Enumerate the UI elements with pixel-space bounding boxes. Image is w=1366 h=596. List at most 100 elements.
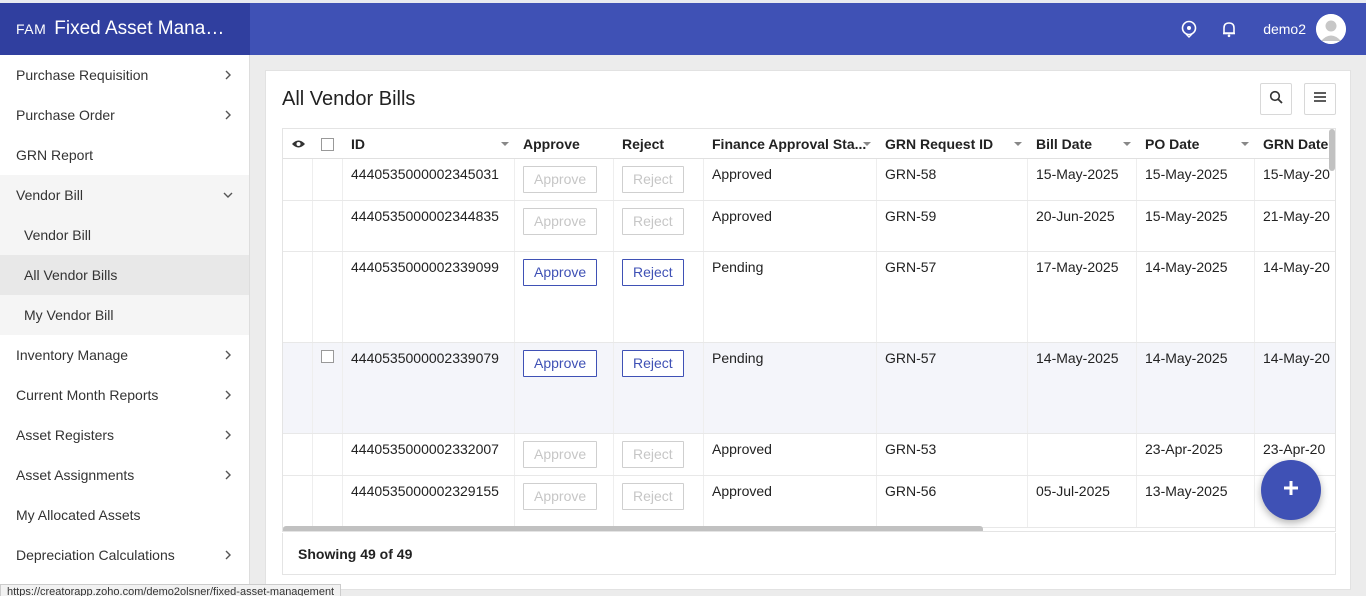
sidebar-item-label: Purchase Requisition — [16, 67, 149, 83]
reject-button[interactable]: Reject — [622, 259, 684, 286]
column-header-label: GRN Date — [1263, 136, 1329, 152]
app-brand[interactable]: FAM Fixed Asset Manage... — [0, 3, 250, 55]
sidebar-subitem-vendor-bill[interactable]: Vendor Bill — [0, 215, 249, 255]
chevron-right-icon — [223, 350, 233, 360]
sidebar-item-label: Asset Assignments — [16, 467, 135, 483]
chevron-right-icon — [223, 550, 233, 560]
reject-button[interactable]: Reject — [622, 483, 684, 510]
cell-grn-date: 21-May-20 — [1255, 201, 1335, 251]
table-row[interactable]: 4440535000002339099 Approve Reject Pendi… — [283, 252, 1335, 343]
cell-reject: Reject — [614, 434, 704, 475]
sidebar-item-vendor-bill[interactable]: Vendor Bill — [0, 175, 249, 215]
sidebar-item-asset-assignments[interactable]: Asset Assignments — [0, 455, 249, 495]
column-header-label: Bill Date — [1036, 136, 1093, 152]
table-row[interactable]: 4440535000002339079 Approve Reject Pendi… — [283, 343, 1335, 434]
reject-button[interactable]: Reject — [622, 208, 684, 235]
sort-caret-icon — [1123, 142, 1131, 146]
horizontal-scrollbar[interactable] — [283, 526, 983, 531]
select-all-checkbox-cell — [313, 129, 343, 159]
avatar[interactable] — [1316, 14, 1346, 44]
cell-po-date: 14-May-2025 — [1137, 343, 1255, 433]
sidebar-item-grn-report[interactable]: GRN Report — [0, 135, 249, 175]
cell-grn-date: 14-May-20 — [1255, 252, 1335, 342]
table-row[interactable]: 4440535000002345031 Approve Reject Appro… — [283, 159, 1335, 201]
approve-button[interactable]: Approve — [523, 259, 598, 286]
cell-approve: Approve — [515, 252, 614, 342]
approve-button[interactable]: Approve — [523, 208, 598, 235]
chevron-right-icon — [223, 110, 233, 120]
select-all-checkbox[interactable] — [321, 137, 334, 151]
sidebar-item-purchase-requisition[interactable]: Purchase Requisition — [0, 55, 249, 95]
row-spacer — [283, 434, 313, 475]
table-row[interactable]: 4440535000002344835 Approve Reject Appro… — [283, 201, 1335, 252]
page-title: All Vendor Bills — [282, 88, 416, 110]
sidebar-item-depreciation-calculations[interactable]: Depreciation Calculations — [0, 535, 249, 575]
sidebar-item-label: Vendor Bill — [16, 187, 83, 203]
column-header-id[interactable]: ID — [343, 129, 515, 159]
table-row[interactable]: 4440535000002332007 Approve Reject Appro… — [283, 434, 1335, 476]
cell-finance-status: Approved — [704, 159, 877, 200]
cell-po-date: 13-May-2025 — [1137, 476, 1255, 527]
reject-button[interactable]: Reject — [622, 350, 684, 377]
cell-grn-request-id: GRN-57 — [877, 252, 1028, 342]
approve-button[interactable]: Approve — [523, 483, 598, 510]
sidebar-item-asset-registers[interactable]: Asset Registers — [0, 415, 249, 455]
column-header-grn-request-id[interactable]: GRN Request ID — [877, 129, 1028, 159]
table-row[interactable]: 4440535000002329155 Approve Reject Appro… — [283, 476, 1335, 528]
search-button[interactable] — [1260, 83, 1292, 115]
menu-button[interactable] — [1304, 83, 1336, 115]
cell-id[interactable]: 4440535000002339099 — [343, 252, 515, 342]
plus-icon — [1282, 479, 1300, 502]
eye-icon — [291, 136, 306, 152]
sort-caret-icon — [1241, 142, 1249, 146]
column-header-bill-date[interactable]: Bill Date — [1028, 129, 1137, 159]
column-header-po-date[interactable]: PO Date — [1137, 129, 1255, 159]
row-checkbox[interactable] — [321, 350, 334, 363]
cell-reject: Reject — [614, 343, 704, 433]
cell-id[interactable]: 4440535000002332007 — [343, 434, 515, 475]
user-name[interactable]: demo2 — [1263, 21, 1306, 37]
cell-bill-date — [1028, 434, 1137, 475]
column-header-finance-approval-status[interactable]: Finance Approval Sta... — [704, 129, 877, 159]
sidebar-item-my-allocated-assets[interactable]: My Allocated Assets — [0, 495, 249, 535]
cell-bill-date: 17-May-2025 — [1028, 252, 1137, 342]
chevron-down-icon — [223, 190, 233, 200]
sidebar-item-label: GRN Report — [16, 147, 94, 163]
sidebar-item-purchase-order[interactable]: Purchase Order — [0, 95, 249, 135]
chevron-right-icon — [223, 390, 233, 400]
chevron-right-icon — [223, 70, 233, 80]
cell-finance-status: Pending — [704, 343, 877, 433]
sort-caret-icon — [501, 142, 509, 146]
approve-button[interactable]: Approve — [523, 441, 598, 468]
cell-id[interactable]: 4440535000002339079 — [343, 343, 515, 433]
column-header-grn-date[interactable]: GRN Date — [1255, 129, 1335, 159]
row-spacer — [283, 476, 313, 527]
cell-id[interactable]: 4440535000002344835 — [343, 201, 515, 251]
hamburger-icon — [1313, 90, 1327, 108]
reject-button[interactable]: Reject — [622, 441, 684, 468]
sidebar-item-current-month-reports[interactable]: Current Month Reports — [0, 375, 249, 415]
cell-finance-status: Pending — [704, 252, 877, 342]
approve-button[interactable]: Approve — [523, 350, 598, 377]
cell-id[interactable]: 4440535000002329155 — [343, 476, 515, 527]
sidebar: Purchase Requisition Purchase Order GRN … — [0, 55, 250, 596]
add-record-button[interactable] — [1261, 460, 1321, 520]
cell-approve: Approve — [515, 159, 614, 200]
cell-grn-request-id: GRN-59 — [877, 201, 1028, 251]
sidebar-item-label: Current Month Reports — [16, 387, 159, 403]
sidebar-item-label: Asset Registers — [16, 427, 115, 443]
sort-caret-icon — [1014, 142, 1022, 146]
location-pin-icon[interactable] — [1177, 17, 1201, 41]
row-spacer — [283, 252, 313, 342]
column-visibility-toggle[interactable] — [283, 129, 313, 159]
sidebar-item-inventory-manage[interactable]: Inventory Manage — [0, 335, 249, 375]
vendor-bills-table: ID Approve Reject Finance Approval Sta..… — [282, 128, 1336, 532]
bell-icon[interactable] — [1217, 17, 1241, 41]
cell-approve: Approve — [515, 343, 614, 433]
vertical-scrollbar[interactable] — [1329, 129, 1335, 171]
approve-button[interactable]: Approve — [523, 166, 598, 193]
reject-button[interactable]: Reject — [622, 166, 684, 193]
sidebar-subitem-all-vendor-bills[interactable]: All Vendor Bills — [0, 255, 249, 295]
sidebar-subitem-my-vendor-bill[interactable]: My Vendor Bill — [0, 295, 249, 335]
cell-id[interactable]: 4440535000002345031 — [343, 159, 515, 200]
